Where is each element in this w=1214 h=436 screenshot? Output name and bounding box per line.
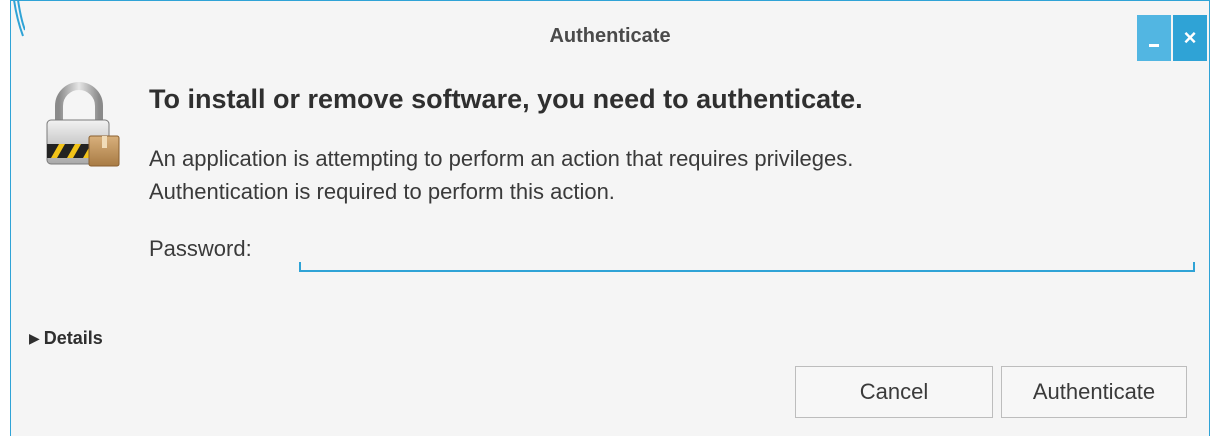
password-field[interactable] [299, 236, 1195, 272]
triangle-right-icon: ▶ [29, 330, 40, 346]
minimize-icon [1149, 44, 1159, 47]
minimize-button[interactable] [1137, 15, 1171, 61]
password-field-right-edge [1193, 262, 1195, 272]
dialog-heading: To install or remove software, you need … [149, 84, 863, 114]
dialog-description: An application is attempting to perform … [149, 142, 853, 208]
lock-icon [46, 82, 120, 167]
close-button[interactable]: × [1173, 15, 1207, 61]
close-icon: × [1183, 25, 1197, 50]
description-line-2: Authentication is required to perform th… [149, 179, 615, 204]
cancel-button[interactable]: Cancel [795, 366, 993, 418]
password-field-left-edge [299, 262, 301, 272]
password-label: Password: [149, 236, 252, 261]
details-label: Details [43, 328, 103, 348]
authenticate-button[interactable]: Authenticate [1001, 366, 1187, 418]
details-expander[interactable]: ▶ Details [29, 328, 103, 349]
description-line-1: An application is attempting to perform … [149, 146, 854, 171]
titlebar[interactable]: Authenticate × [11, 0, 1209, 74]
window-title: Authenticate [549, 25, 671, 47]
auth-dialog-window: Authenticate × To install or remove soft… [10, 0, 1210, 436]
